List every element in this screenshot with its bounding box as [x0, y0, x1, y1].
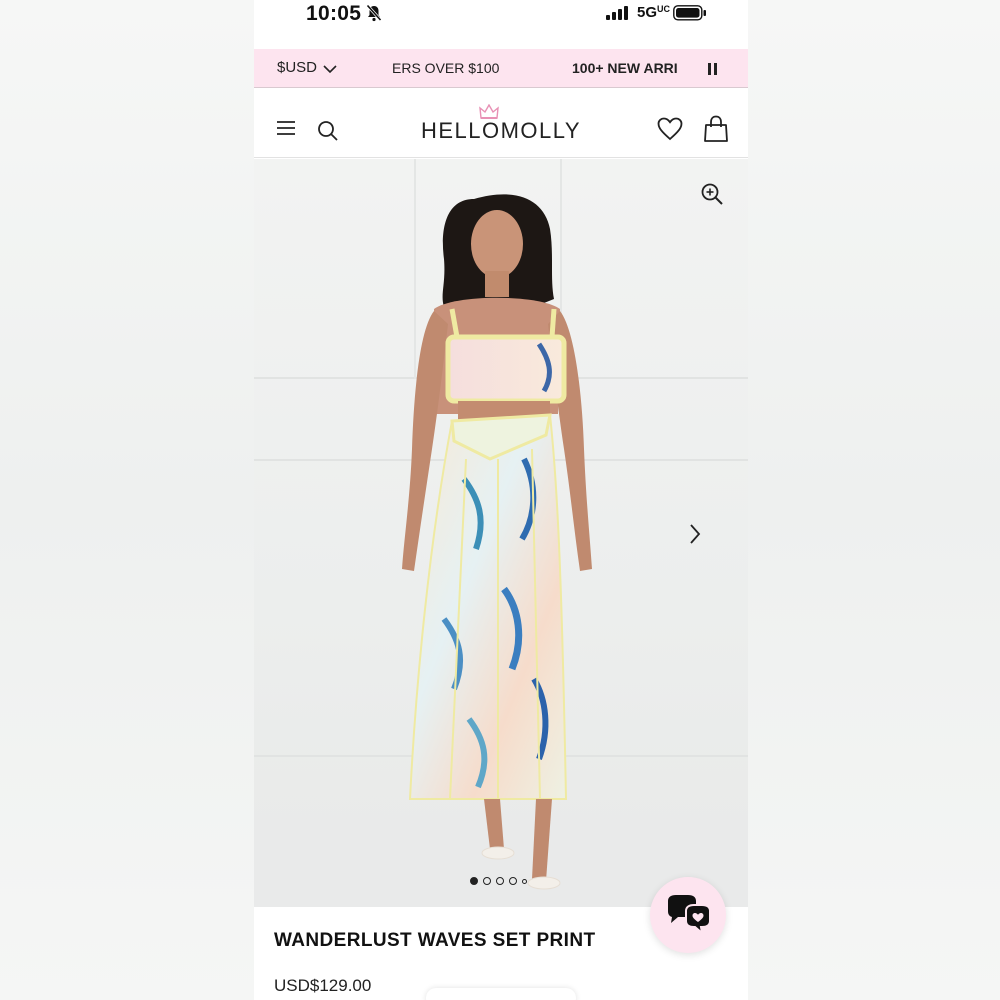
battery-icon: [673, 5, 707, 26]
promo-message-2[interactable]: 100+ NEW ARRI: [572, 60, 678, 76]
pagination-dot[interactable]: [470, 877, 478, 885]
product-image-gallery[interactable]: [254, 159, 748, 907]
chevron-right-icon[interactable]: [688, 523, 702, 550]
phone-screen: 10:05 5GUC $USD ERS OVER $100 100+ NEW A…: [254, 0, 748, 1000]
pagination-dot[interactable]: [496, 877, 504, 885]
promo-message-1[interactable]: ERS OVER $100: [392, 60, 499, 76]
product-title: WANDERLUST WAVES SET PRINT: [274, 930, 596, 951]
bottom-sheet-handle: [426, 988, 576, 1000]
pagination-dot[interactable]: [522, 878, 527, 884]
network-type: 5GUC: [637, 4, 670, 21]
chevron-down-icon[interactable]: [323, 61, 337, 79]
chat-bubbles-icon: [664, 893, 712, 942]
shopping-bag-icon[interactable]: [703, 115, 729, 148]
cell-signal-icon: [606, 6, 630, 25]
gallery-pagination: [470, 877, 527, 885]
pagination-dot[interactable]: [509, 877, 517, 885]
site-header: HELLOMOLLY: [254, 88, 748, 158]
network-suffix: UC: [657, 4, 671, 14]
promo-bar: $USD ERS OVER $100 100+ NEW ARRI: [254, 49, 748, 88]
wishlist-heart-icon[interactable]: [657, 117, 683, 146]
currency-selector[interactable]: $USD: [277, 59, 317, 76]
pause-icon[interactable]: [708, 62, 718, 80]
pagination-dot[interactable]: [483, 877, 491, 885]
status-bar: 10:05 5GUC: [254, 0, 748, 48]
blurred-backdrop-left: [0, 0, 254, 1000]
status-time: 10:05: [306, 2, 362, 25]
blurred-backdrop-right: [748, 0, 1000, 1000]
model-photo: [402, 194, 592, 890]
network-label: 5G: [637, 4, 658, 21]
product-price: USD$129.00: [274, 976, 372, 995]
chat-button[interactable]: [650, 877, 726, 953]
bell-muted-icon: [366, 4, 382, 27]
zoom-in-icon[interactable]: [700, 182, 724, 211]
